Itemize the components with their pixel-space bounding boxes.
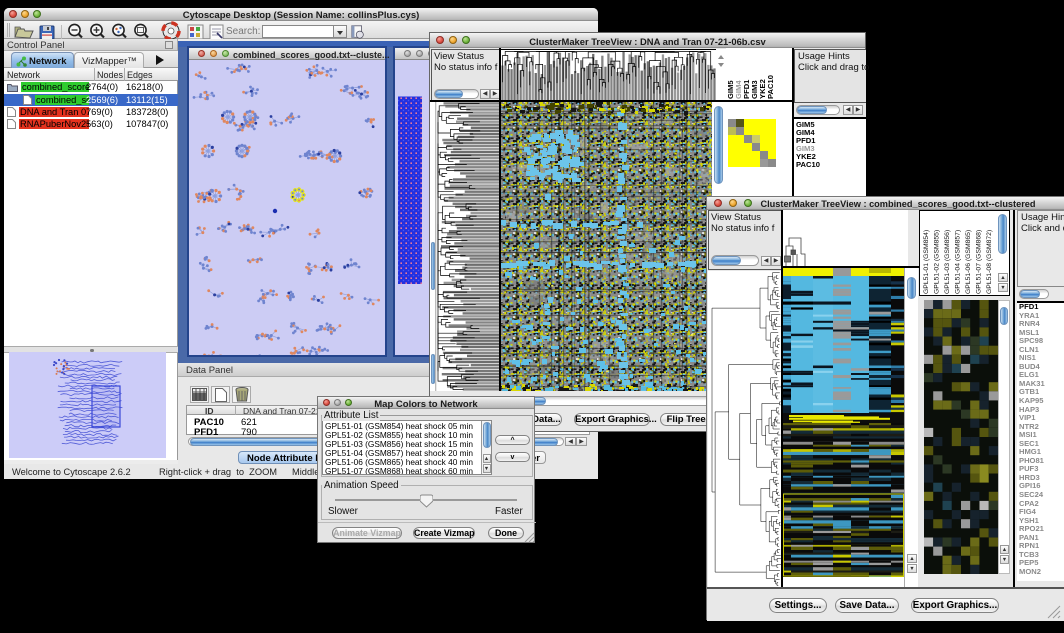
svg-text:GPL51-03 (GSM856): GPL51-03 (GSM856) bbox=[944, 230, 951, 294]
svg-text:GPL51-07 (GSM868): GPL51-07 (GSM868) bbox=[976, 230, 983, 294]
svg-text:GPL51-08 (GSM872): GPL51-08 (GSM872) bbox=[986, 230, 993, 294]
svg-text:GPL51-02 (GSM855): GPL51-02 (GSM855) bbox=[934, 230, 941, 294]
svg-text:PAC10: PAC10 bbox=[766, 75, 775, 99]
svg-text:GPL51-06 (GSM865): GPL51-06 (GSM865) bbox=[965, 230, 972, 294]
svg-text:GPL51-01 (GSM854): GPL51-01 (GSM854) bbox=[923, 230, 930, 294]
svg-text:GPL51-04 (GSM857): GPL51-04 (GSM857) bbox=[955, 230, 962, 294]
